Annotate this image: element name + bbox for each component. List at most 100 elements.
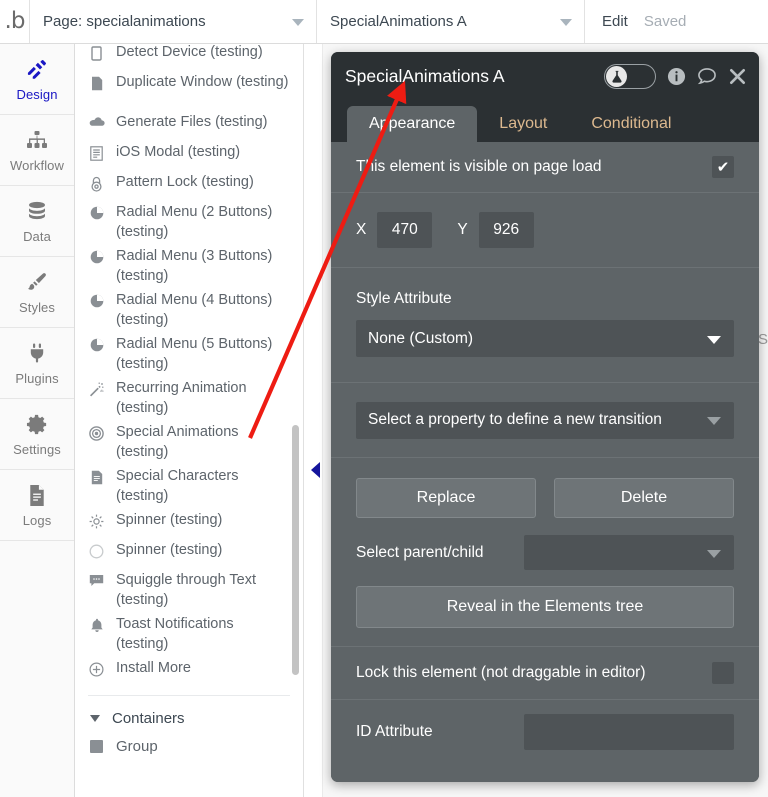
sidebar-item-plugins[interactable]: Plugins — [0, 328, 74, 399]
list-item[interactable]: Squiggle through Text (testing) — [75, 568, 303, 612]
id-attribute-label: ID Attribute — [356, 723, 433, 740]
list-item[interactable]: Duplicate Window (testing) — [75, 70, 303, 110]
sidebar-item-design[interactable]: Design — [0, 44, 74, 115]
visibility-label: This element is visible on page load — [356, 158, 602, 175]
tab-appearance[interactable]: Appearance — [347, 106, 478, 142]
list-item-label: Recurring Animation (testing) — [116, 380, 247, 416]
delete-button[interactable]: Delete — [554, 478, 734, 518]
sidebar-item-label: Plugins — [15, 371, 59, 386]
list-item-label: Special Animations (testing) — [116, 424, 239, 460]
list-item-label: Install More — [116, 660, 191, 676]
list-item-label: Spinner (testing) — [116, 542, 223, 558]
close-x-icon[interactable] — [728, 67, 747, 86]
list-item[interactable]: Radial Menu (2 Buttons) (testing) — [75, 200, 303, 244]
top-bar-actions: Edit Saved — [585, 0, 686, 43]
transition-value: Select a property to define a new transi… — [368, 411, 662, 428]
sidebar-item-label: Design — [16, 87, 58, 102]
list-item[interactable]: Radial Menu (3 Buttons) (testing) — [75, 244, 303, 288]
style-attribute-select[interactable]: None (Custom) — [356, 320, 734, 357]
bell-icon — [88, 614, 105, 633]
parent-child-row: Select parent/child — [356, 535, 734, 570]
magic-wand-icon — [88, 378, 105, 397]
list-item-label: Radial Menu (2 Buttons) (testing) — [116, 204, 273, 240]
property-editor-header[interactable]: SpecialAnimations A — [331, 52, 759, 100]
list-item-label: Generate Files (testing) — [116, 114, 268, 130]
pie-icon — [88, 246, 105, 264]
list-item[interactable]: Special Characters (testing) — [75, 464, 303, 508]
list-item-install-more[interactable]: Install More — [75, 656, 303, 686]
sidebar-item-label: Logs — [22, 513, 52, 528]
element-selector[interactable]: SpecialAnimations A — [317, 0, 585, 43]
chevron-down-icon — [707, 417, 721, 425]
list-divider — [88, 695, 290, 696]
group-header-containers[interactable]: Containers — [75, 702, 303, 735]
parent-child-select[interactable] — [524, 535, 734, 570]
app-root: .b Page: specialanimations SpecialAnimat… — [0, 0, 768, 797]
property-editor[interactable]: SpecialAnimations A Appearance Layout Co… — [331, 52, 759, 782]
list-item[interactable]: Radial Menu (4 Buttons) (testing) — [75, 288, 303, 332]
sidebar-item-workflow[interactable]: Workflow — [0, 115, 74, 186]
replace-delete-row: Replace Delete — [356, 478, 734, 518]
page-selector[interactable]: Page: specialanimations — [30, 0, 317, 43]
list-item-label: Spinner (testing) — [116, 512, 223, 528]
list-item[interactable]: Spinner (testing) — [75, 508, 303, 538]
parent-child-label: Select parent/child — [356, 543, 484, 561]
list-scrollbar-thumb[interactable] — [292, 425, 299, 675]
paintbrush-icon — [25, 269, 49, 295]
replace-button[interactable]: Replace — [356, 478, 536, 518]
pie-icon — [88, 202, 105, 220]
list-item[interactable]: Spinner (testing) — [75, 538, 303, 568]
visibility-checkbox[interactable]: ✔ — [712, 156, 734, 178]
pie-icon — [88, 334, 105, 352]
id-attribute-row: ID Attribute — [331, 700, 759, 764]
list-item-group[interactable]: Group — [75, 735, 303, 765]
sidebar-item-label: Workflow — [9, 158, 64, 173]
circle-outline-icon — [88, 540, 105, 559]
chevron-down-icon — [292, 18, 304, 26]
list-item[interactable]: Detect Device (testing) — [75, 44, 303, 70]
gear-icon — [26, 411, 49, 437]
reveal-in-elements-tree-button[interactable]: Reveal in the Elements tree — [356, 586, 734, 628]
list-item-label: Squiggle through Text (testing) — [116, 572, 257, 608]
toggle-knob — [606, 65, 627, 87]
tab-layout[interactable]: Layout — [477, 106, 569, 142]
transition-select[interactable]: Select a property to define a new transi… — [356, 401, 734, 439]
info-circle-icon[interactable] — [667, 67, 686, 86]
list-panel-icon — [88, 142, 105, 161]
position-row: X 470 Y 926 — [331, 193, 759, 268]
list-item[interactable]: Pattern Lock (testing) — [75, 170, 303, 200]
list-item[interactable]: Radial Menu (5 Buttons) (testing) — [75, 332, 303, 376]
y-input[interactable]: 926 — [478, 212, 534, 248]
property-editor-body: This element is visible on page load ✔ X… — [331, 142, 759, 782]
id-attribute-input[interactable] — [524, 714, 734, 750]
list-item[interactable]: Toast Notifications (testing) — [75, 612, 303, 656]
speech-bubble-icon[interactable] — [697, 67, 717, 86]
element-list-panel[interactable]: Detect Device (testing) Duplicate Window… — [75, 44, 303, 797]
list-item-label: Radial Menu (5 Buttons) (testing) — [116, 336, 273, 372]
sidebar-item-settings[interactable]: Settings — [0, 399, 74, 470]
bubble-logo[interactable]: .b — [0, 0, 30, 43]
tab-conditional[interactable]: Conditional — [569, 106, 693, 142]
chevron-down-icon — [707, 335, 721, 344]
chevron-down-icon — [560, 18, 572, 26]
triangle-down-icon — [90, 715, 100, 722]
edit-button[interactable]: Edit — [602, 13, 628, 30]
square-icon — [88, 737, 105, 754]
list-item[interactable]: Generate Files (testing) — [75, 110, 303, 140]
flask-toggle-icon[interactable] — [604, 63, 656, 89]
sidebar-item-styles[interactable]: Styles — [0, 257, 74, 328]
list-item[interactable]: Recurring Animation (testing) — [75, 376, 303, 420]
sidebar-item-data[interactable]: Data — [0, 186, 74, 257]
left-nav-rail: Design Workflow Data Styles Plugins Sett… — [0, 44, 75, 797]
list-item-special-animations[interactable]: Special Animations (testing) — [75, 420, 303, 464]
lock-checkbox[interactable]: ✔ — [712, 662, 734, 684]
property-editor-title: SpecialAnimations A — [345, 65, 505, 86]
sidebar-item-logs[interactable]: Logs — [0, 470, 74, 541]
list-item-label: Group — [116, 738, 158, 755]
list-item[interactable]: iOS Modal (testing) — [75, 140, 303, 170]
list-scrollbar[interactable] — [291, 44, 299, 797]
canvas-side-letter: S — [757, 331, 768, 348]
collapse-panel-arrow-icon[interactable] — [311, 462, 320, 478]
plus-circle-icon — [88, 658, 105, 677]
x-input[interactable]: 470 — [377, 212, 433, 248]
